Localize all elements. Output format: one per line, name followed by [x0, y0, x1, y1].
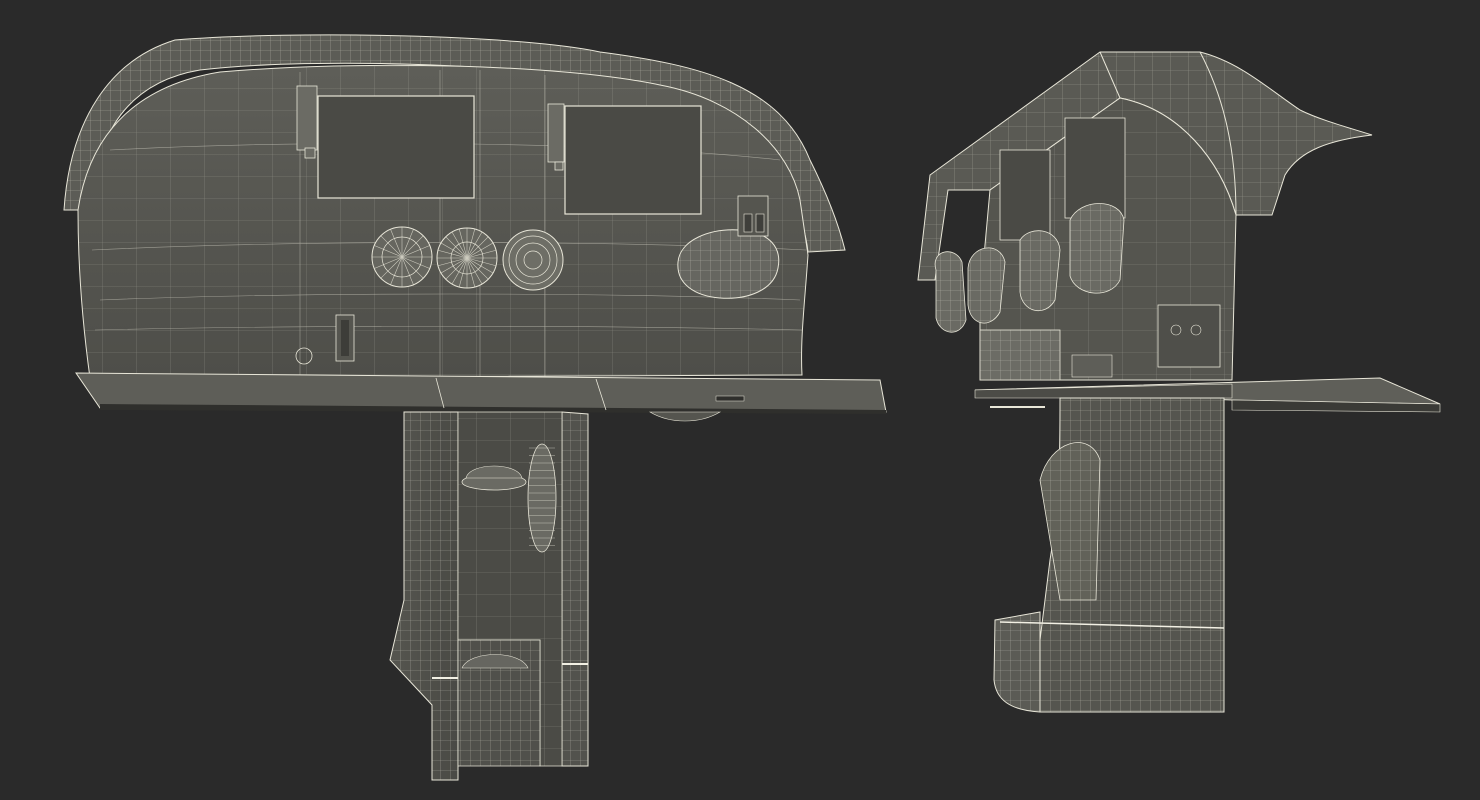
gauge-3 [502, 229, 564, 291]
gauge-1 [371, 226, 433, 288]
front-view [63, 34, 887, 781]
front-right-display [564, 105, 702, 215]
gauge-2 [436, 227, 498, 289]
render-stage [0, 0, 1480, 800]
front-left-display [317, 95, 475, 199]
front-pedestal [389, 411, 589, 781]
side-pedestal [993, 397, 1225, 713]
front-standby-gauges [371, 226, 564, 291]
wireframe-render [63, 34, 1441, 781]
side-view [917, 51, 1441, 713]
